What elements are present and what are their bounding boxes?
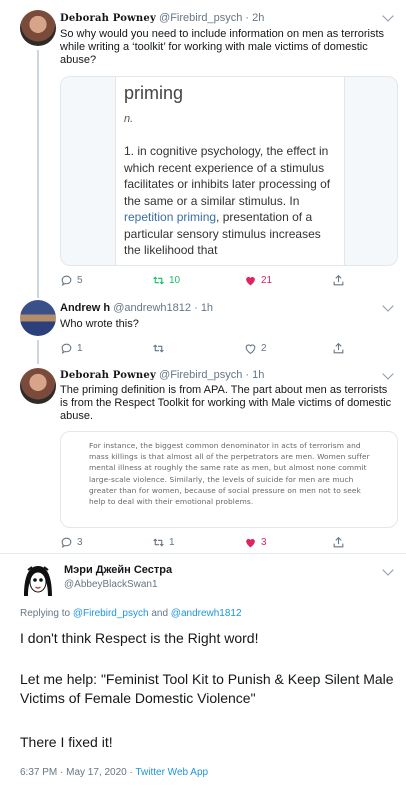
like-count: 3: [261, 536, 267, 548]
toolkit-excerpt-image: For instance, the biggest common denomin…: [89, 441, 370, 507]
replying-to: Replying to @Firebird_psych and @andrewh…: [20, 608, 242, 619]
reply-count: 3: [77, 536, 83, 548]
retweet-count: 1: [169, 536, 175, 548]
tweet-text: Who wrote this?: [60, 318, 139, 330]
chevron-down-icon[interactable]: [382, 10, 394, 22]
tweet-image[interactable]: For instance, the biggest common denomin…: [60, 431, 398, 528]
mention-link[interactable]: @Firebird_psych: [73, 608, 149, 619]
like-button[interactable]: 2: [244, 340, 267, 356]
share-icon: [333, 342, 344, 353]
share-icon: [333, 536, 344, 547]
thread-line: [37, 288, 39, 298]
like-button[interactable]: 21: [244, 272, 272, 288]
tweet-actions: 5 10 21: [60, 272, 360, 288]
like-icon: [245, 343, 256, 354]
reply-icon: [61, 275, 72, 286]
retweet-button[interactable]: [152, 340, 165, 356]
display-name[interactable]: Deborah Powney: [60, 370, 156, 381]
timestamp[interactable]: · 1h: [245, 369, 264, 381]
priming-definition-image: priming n. 1. in cognitive psychology, t…: [115, 77, 345, 265]
reply-button[interactable]: 3: [60, 534, 83, 550]
reply-button[interactable]: 5: [60, 272, 83, 288]
share-icon: [333, 274, 344, 285]
like-count: 2: [261, 342, 267, 354]
display-name[interactable]: Мэри Джейн Сестра: [64, 564, 172, 576]
tweet-actions: 3 1 3: [60, 534, 360, 550]
tweet-text-line-2: Let me help: "Feminist Tool Kit to Punis…: [20, 671, 394, 706]
timestamp[interactable]: 6:37 PM · May 17, 2020 ·: [20, 767, 133, 778]
avatar[interactable]: [20, 300, 56, 336]
like-icon: [246, 538, 255, 547]
handle[interactable]: @Firebird_psych: [159, 12, 242, 24]
display-name[interactable]: Andrew h: [60, 302, 110, 314]
tweet-actions: 1 2: [60, 340, 360, 356]
tweet-meta: 6:37 PM · May 17, 2020 · Twitter Web App: [20, 767, 208, 778]
retweet-icon: [153, 275, 164, 285]
retweet-button[interactable]: 10: [152, 272, 180, 288]
tweet-1[interactable]: Deborah Powney @Firebird_psych · 2h So w…: [0, 0, 406, 292]
tweet-text-line-1: I don't think Respect is the Right word!: [20, 630, 259, 646]
share-button[interactable]: [332, 340, 345, 356]
retweet-icon: [153, 343, 164, 353]
tweet-text-line-3: There I fixed it!: [20, 734, 113, 750]
like-count: 21: [261, 274, 273, 286]
chevron-down-icon[interactable]: [382, 564, 394, 576]
tweet-header: Andrew h @andrewh1812 · 1h: [60, 302, 213, 314]
thread-line: [37, 50, 39, 288]
tweet-text: The priming definition is from APA. The …: [60, 384, 392, 422]
timestamp[interactable]: · 1h: [194, 302, 213, 314]
definition-text: 1. in cognitive psychology, the effect i…: [124, 144, 331, 257]
handle[interactable]: @Firebird_psych: [159, 369, 242, 381]
tweet-2[interactable]: Andrew h @andrewh1812 · 1h Who wrote thi…: [0, 288, 406, 364]
timestamp[interactable]: · 2h: [245, 12, 264, 24]
share-button[interactable]: [332, 534, 345, 550]
retweet-button[interactable]: 1: [152, 534, 175, 550]
share-button[interactable]: [332, 272, 345, 288]
reply-button[interactable]: 1: [60, 340, 83, 356]
definition-link: repetition priming: [124, 210, 217, 224]
tweet-image[interactable]: priming n. 1. in cognitive psychology, t…: [60, 76, 398, 266]
display-name[interactable]: Deborah Powney: [60, 13, 156, 24]
avatar[interactable]: [20, 10, 56, 46]
like-icon: [246, 276, 255, 285]
chevron-down-icon[interactable]: [382, 368, 394, 380]
reply-count: 5: [77, 274, 83, 286]
chevron-down-icon[interactable]: [382, 300, 394, 312]
avatar[interactable]: [20, 368, 56, 404]
definition-pos: n.: [124, 113, 134, 125]
definition-word: priming: [124, 83, 184, 103]
tweet-header: Deborah Powney @Firebird_psych · 1h: [60, 369, 264, 381]
reply-icon: [61, 343, 72, 354]
client-link[interactable]: Twitter Web App: [135, 767, 208, 778]
handle[interactable]: @andrewh1812: [113, 302, 191, 314]
tweet-text: So why would you need to include informa…: [60, 28, 385, 66]
retweet-count: 10: [169, 274, 181, 286]
reply-icon: [61, 537, 72, 548]
like-button[interactable]: 3: [244, 534, 267, 550]
tweet-header: Deborah Powney @Firebird_psych · 2h: [60, 12, 264, 24]
handle[interactable]: @AbbeyBlackSwan1: [64, 579, 158, 590]
reply-count: 1: [77, 342, 83, 354]
mention-link[interactable]: @andrewh1812: [171, 608, 242, 619]
divider: [0, 553, 406, 554]
retweet-icon: [153, 537, 164, 547]
avatar[interactable]: [20, 562, 56, 598]
